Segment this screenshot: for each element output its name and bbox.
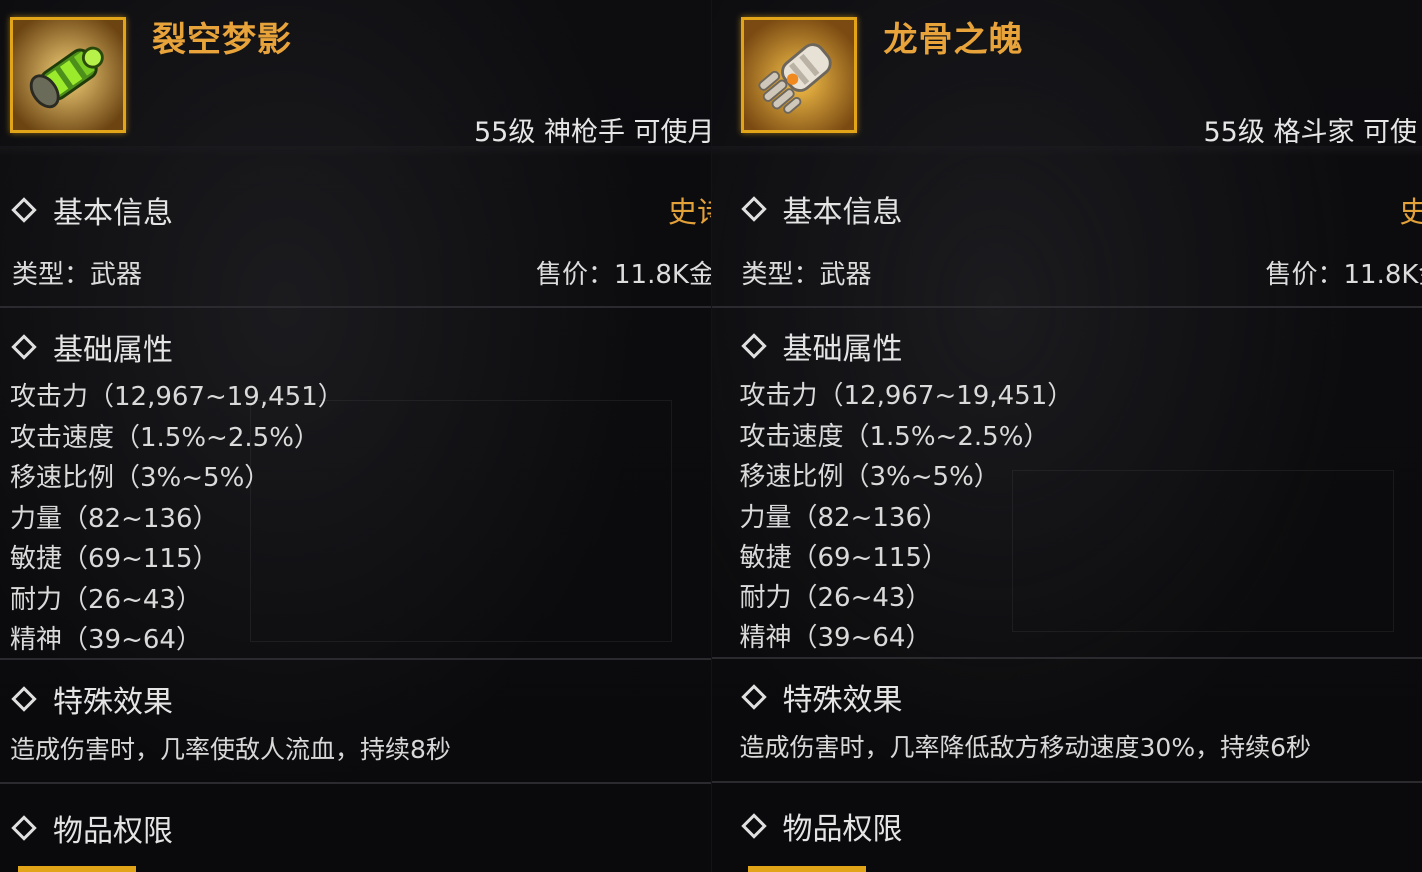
stat-line: 移速比例（3%~5%） xyxy=(739,462,1000,492)
bone-gauntlet-icon[interactable] xyxy=(740,17,857,133)
stat-line: 攻击速度（1.5%~2.5%） xyxy=(739,422,1050,452)
stat-line: 精神（39~64） xyxy=(10,625,202,655)
stat-line: 攻击速度（1.5%~2.5%） xyxy=(10,423,320,453)
stat-line: 攻击力（12,967~19,451） xyxy=(10,382,344,412)
item-level-requirement: 55级 神枪手 可使月 xyxy=(474,117,711,148)
section-basic-info: 基本信息 xyxy=(10,188,173,232)
item-type: 类型：武器 xyxy=(741,260,872,290)
item-price: 售价：11.8K金 xyxy=(1265,260,1422,290)
section-title: 特殊效果 xyxy=(782,683,903,718)
stat-line: 力量（82~136） xyxy=(739,503,949,533)
stat-line: 敏捷（69~115） xyxy=(10,544,219,574)
rarity-label: 史 xyxy=(1400,189,1422,231)
section-special-effect: 特殊效果 xyxy=(10,677,173,721)
section-special-effect: 特殊效果 xyxy=(740,675,903,719)
stat-line: 攻击力（12,967~19,451） xyxy=(739,381,1074,411)
effect-text: 造成伤害时，几率降低敌方移动速度30%，持续6秒 xyxy=(739,733,1311,762)
diamond-icon xyxy=(740,196,767,222)
stat-line: 精神（39~64） xyxy=(739,623,932,653)
green-gauntlet-icon[interactable] xyxy=(10,17,126,133)
stat-line: 移速比例（3%~5%） xyxy=(10,463,271,493)
effect-text: 造成伤害时，几率使敌人流血，持续8秒 xyxy=(10,735,451,764)
section-title: 物品权限 xyxy=(782,812,903,847)
diamond-icon xyxy=(11,815,37,841)
stat-line: 敏捷（69~115） xyxy=(739,543,949,573)
diamond-icon xyxy=(11,686,37,712)
section-item-permission: 物品权限 xyxy=(740,804,903,848)
background-ghost xyxy=(1011,470,1394,632)
stat-line: 力量（82~136） xyxy=(10,504,219,534)
item-level-requirement: 55级 格斗家 可使 xyxy=(1203,117,1418,148)
divider xyxy=(711,657,1422,659)
stat-line: 耐力（26~43） xyxy=(739,583,932,613)
header-divider xyxy=(0,146,711,156)
divider xyxy=(711,781,1422,783)
diamond-icon xyxy=(11,197,37,223)
section-title: 物品权限 xyxy=(53,814,173,849)
section-title: 特殊效果 xyxy=(53,685,173,720)
item-type: 类型：武器 xyxy=(12,260,143,290)
section-base-attributes: 基础属性 xyxy=(740,324,903,368)
section-title: 基本信息 xyxy=(53,196,173,231)
section-title: 基础属性 xyxy=(782,332,903,367)
rarity-label: 史诗 xyxy=(668,195,711,229)
item-price: 售价：11.8K金币 xyxy=(536,260,711,290)
divider xyxy=(0,782,711,784)
item-name: 裂空梦影 xyxy=(152,20,292,60)
diamond-icon xyxy=(740,813,767,839)
section-base-attributes: 基础属性 xyxy=(10,325,173,369)
section-basic-info: 基本信息 xyxy=(740,187,903,231)
diamond-icon xyxy=(11,334,37,360)
header-divider xyxy=(711,146,1422,156)
section-title: 基本信息 xyxy=(782,195,903,230)
permission-bar xyxy=(747,866,866,872)
diamond-icon xyxy=(740,684,767,710)
section-title: 基础属性 xyxy=(53,333,173,368)
divider xyxy=(0,658,711,660)
divider xyxy=(0,306,711,308)
stat-line: 耐力（26~43） xyxy=(10,585,202,615)
diamond-icon xyxy=(740,333,767,359)
permission-bar xyxy=(18,866,136,872)
item-panel-left: 裂空梦影 55级 神枪手 可使月 基本信息 史诗 类型：武器 售价：11.8K金… xyxy=(0,0,711,872)
divider xyxy=(711,306,1422,308)
comparison-stage: 裂空梦影 55级 神枪手 可使月 基本信息 史诗 类型：武器 售价：11.8K金… xyxy=(0,0,1422,872)
item-panel-right: 龙骨之魄 55级 格斗家 可使 基本信息 史 类型：武器 售价：11.8K金 基… xyxy=(710,0,1422,872)
section-item-permission: 物品权限 xyxy=(10,806,173,850)
item-name: 龙骨之魄 xyxy=(883,20,1024,60)
